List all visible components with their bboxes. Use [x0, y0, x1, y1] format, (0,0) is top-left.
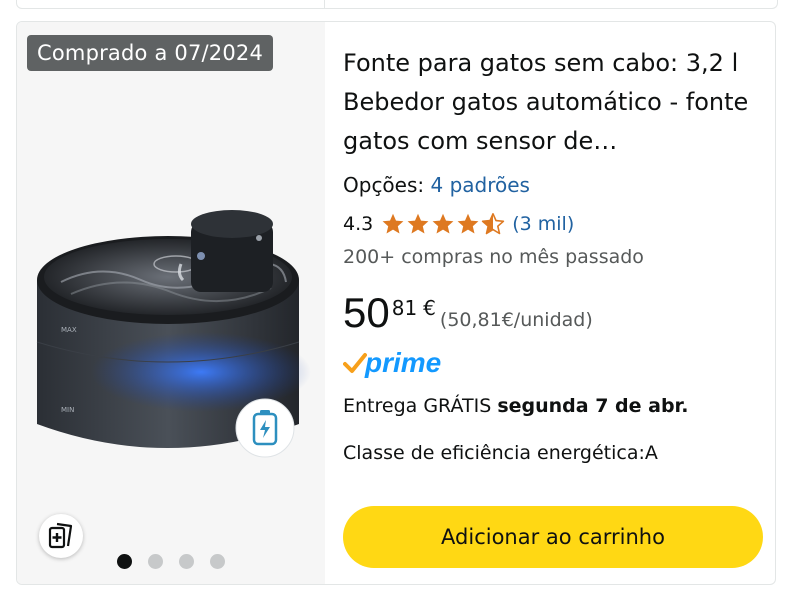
- svg-text:MIN: MIN: [61, 406, 74, 414]
- options-label: Opções:: [343, 173, 425, 197]
- compare-cards-icon: [48, 522, 73, 549]
- delivery-info: Entrega GRÁTIS segunda 7 de abr.: [343, 395, 688, 417]
- options-link[interactable]: 4 padrões: [431, 173, 530, 197]
- unit-price: (50,81€/unidad): [439, 309, 593, 331]
- star-icon: [382, 213, 404, 234]
- carousel-dots: [117, 554, 225, 569]
- rating-stars: [381, 212, 506, 236]
- battery-icon: [235, 398, 295, 458]
- product-card[interactable]: Comprado a 07/2024 MAX MIN Fonte para ga…: [16, 21, 776, 585]
- purchase-badge: Comprado a 07/2024: [27, 35, 274, 71]
- bought-past-month: 200+ compras no mês passado: [343, 246, 644, 268]
- star-icon: [457, 213, 479, 234]
- product-title[interactable]: Fonte para gatos sem cabo: 3,2 l Bebedor…: [343, 44, 765, 161]
- rating-value: 4.3: [343, 213, 374, 235]
- rating-row[interactable]: 4.3 (3 mil): [343, 212, 574, 236]
- price-integer: 50: [343, 289, 390, 336]
- price-currency: €: [423, 296, 436, 320]
- prime-badge: prime: [343, 348, 441, 378]
- carousel-dot[interactable]: [210, 554, 225, 569]
- prime-check-icon: [343, 353, 367, 373]
- price-decimal: 81: [391, 296, 418, 320]
- star-icon: [432, 213, 454, 234]
- delivery-date: segunda 7 de abr.: [497, 395, 689, 417]
- star-half-icon: [482, 213, 505, 235]
- price: 50 81 € (50,81€/unidad): [343, 290, 593, 336]
- product-image-panel[interactable]: Comprado a 07/2024 MAX MIN: [17, 22, 325, 584]
- compare-button[interactable]: [39, 514, 83, 558]
- energy-class[interactable]: Classe de eficiência energética:A: [343, 442, 658, 464]
- delivery-prefix: Entrega GRÁTIS: [343, 395, 498, 417]
- carousel-dot[interactable]: [179, 554, 194, 569]
- svg-text:MAX: MAX: [61, 326, 77, 334]
- star-icon: [407, 213, 429, 234]
- add-to-cart-button[interactable]: Adicionar ao carrinho: [343, 506, 763, 568]
- carousel-dot[interactable]: [117, 554, 132, 569]
- prime-label: prime: [365, 347, 442, 378]
- carousel-dot[interactable]: [148, 554, 163, 569]
- rating-count[interactable]: (3 mil): [512, 213, 574, 235]
- previous-product-card: [16, 0, 778, 9]
- options-row[interactable]: Opções: 4 padrões: [343, 173, 530, 197]
